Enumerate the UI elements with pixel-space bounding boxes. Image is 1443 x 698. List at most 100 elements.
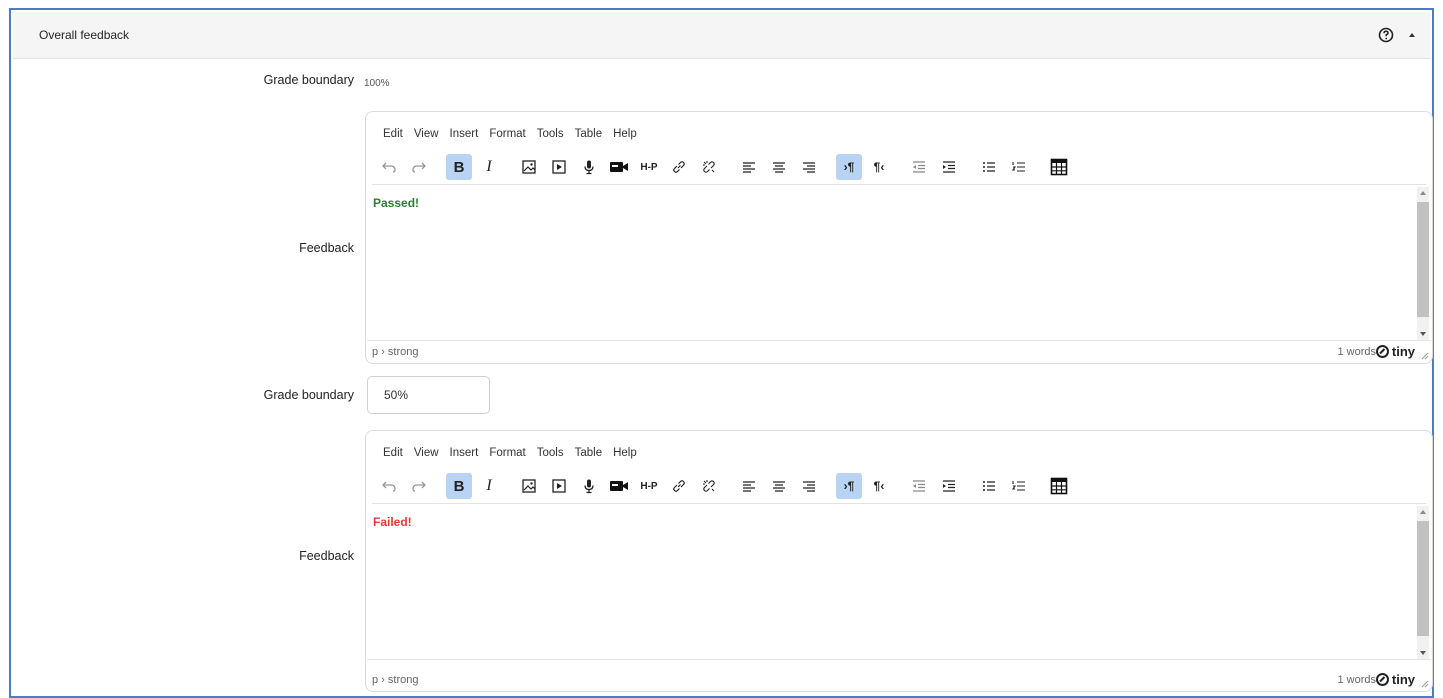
bullet-list-icon[interactable] (976, 473, 1002, 499)
rtl-icon[interactable]: ¶‹ (866, 473, 892, 499)
unlink-icon[interactable] (696, 154, 722, 180)
menu-insert[interactable]: Insert (450, 447, 479, 459)
feedback-text[interactable]: Passed! (373, 196, 419, 210)
toolbar-divider (372, 503, 1426, 504)
redo-icon[interactable] (406, 473, 432, 499)
menu-help[interactable]: Help (613, 128, 637, 140)
align-center-icon[interactable] (766, 473, 792, 499)
unlink-icon[interactable] (696, 473, 722, 499)
menu-view[interactable]: View (414, 447, 439, 459)
table-icon[interactable] (1046, 154, 1072, 180)
italic-icon[interactable]: I (476, 473, 502, 499)
menu-edit[interactable]: Edit (383, 128, 403, 140)
align-right-icon[interactable] (796, 154, 822, 180)
editor-scrollbar[interactable] (1417, 506, 1429, 659)
scroll-thumb[interactable] (1417, 202, 1429, 317)
editor-statusbar: p › strong 1 words tiny (366, 343, 1432, 363)
editor-scrollbar[interactable] (1417, 187, 1429, 340)
align-left-icon[interactable] (736, 154, 762, 180)
toolbar-divider (372, 184, 1426, 185)
undo-icon[interactable] (376, 473, 402, 499)
align-center-icon[interactable] (766, 154, 792, 180)
feedback-label: Feedback (299, 241, 354, 255)
tiny-logo[interactable]: tiny (1375, 672, 1415, 687)
menu-format[interactable]: Format (489, 128, 525, 140)
link-icon[interactable] (666, 154, 692, 180)
tiny-logo[interactable]: tiny (1375, 344, 1415, 359)
grade-boundary-label: Grade boundary (263, 73, 354, 87)
feedback-editor[interactable]: Edit View Insert Format Tools Table Help… (365, 111, 1433, 364)
resize-handle-icon[interactable] (1421, 352, 1429, 360)
menu-view[interactable]: View (414, 128, 439, 140)
feedback-label: Feedback (299, 549, 354, 563)
link-icon[interactable] (666, 473, 692, 499)
editor-toolbar: B I H-P ›¶ ¶‹ (376, 153, 1076, 181)
scroll-thumb[interactable] (1417, 521, 1429, 636)
menu-format[interactable]: Format (489, 447, 525, 459)
scroll-up-icon[interactable] (1417, 506, 1429, 518)
scroll-down-icon[interactable] (1417, 328, 1429, 340)
editor-menubar: Edit View Insert Format Tools Table Help (383, 128, 637, 140)
bullet-list-icon[interactable] (976, 154, 1002, 180)
video-camera-icon[interactable] (606, 154, 632, 180)
editor-menubar: Edit View Insert Format Tools Table Help (383, 447, 637, 459)
tiny-brand: tiny (1391, 344, 1415, 359)
menu-insert[interactable]: Insert (450, 128, 479, 140)
editor-content-area[interactable]: Passed! (367, 187, 1431, 341)
menu-table[interactable]: Table (575, 128, 603, 140)
video-camera-icon[interactable] (606, 473, 632, 499)
element-path[interactable]: p › strong (372, 346, 418, 358)
grade-boundary-label: Grade boundary (263, 388, 354, 402)
ltr-icon[interactable]: ›¶ (836, 154, 862, 180)
microphone-icon[interactable] (576, 154, 602, 180)
resize-handle-icon[interactable] (1421, 680, 1429, 688)
align-left-icon[interactable] (736, 473, 762, 499)
editor-toolbar: B I H-P ›¶ ¶‹ (376, 472, 1076, 500)
ltr-icon[interactable]: ›¶ (836, 473, 862, 499)
numbered-list-icon[interactable] (1006, 473, 1032, 499)
tiny-icon (1375, 345, 1389, 358)
align-right-icon[interactable] (796, 473, 822, 499)
grade-boundary-value: 100% (364, 78, 390, 89)
feedback-text[interactable]: Failed! (373, 515, 412, 529)
word-count[interactable]: 1 words (1337, 346, 1376, 358)
image-icon[interactable] (516, 154, 542, 180)
section-title: Overall feedback (39, 28, 130, 42)
element-path[interactable]: p › strong (372, 674, 418, 686)
bold-icon[interactable]: B (446, 154, 472, 180)
scroll-up-icon[interactable] (1417, 187, 1429, 199)
grade-boundary-input[interactable] (367, 376, 490, 414)
italic-icon[interactable]: I (476, 154, 502, 180)
rtl-icon[interactable]: ¶‹ (866, 154, 892, 180)
collapse-icon[interactable] (1408, 31, 1416, 39)
image-icon[interactable] (516, 473, 542, 499)
indent-icon[interactable] (936, 473, 962, 499)
editor-content-area[interactable]: Failed! (367, 506, 1431, 660)
undo-icon[interactable] (376, 154, 402, 180)
section-header[interactable]: Overall feedback (13, 12, 1430, 59)
word-count[interactable]: 1 words (1337, 674, 1376, 686)
menu-table[interactable]: Table (575, 447, 603, 459)
feedback-editor[interactable]: Edit View Insert Format Tools Table Help… (365, 430, 1433, 692)
tiny-icon (1375, 673, 1389, 686)
bold-icon[interactable]: B (446, 473, 472, 499)
microphone-icon[interactable] (576, 473, 602, 499)
outdent-icon[interactable] (906, 473, 932, 499)
media-icon[interactable] (546, 154, 572, 180)
menu-help[interactable]: Help (613, 447, 637, 459)
table-icon[interactable] (1046, 473, 1072, 499)
scroll-down-icon[interactable] (1417, 647, 1429, 659)
help-icon[interactable] (1378, 27, 1394, 43)
h5p-icon[interactable]: H-P (636, 473, 662, 499)
h5p-icon[interactable]: H-P (636, 154, 662, 180)
redo-icon[interactable] (406, 154, 432, 180)
tiny-brand: tiny (1391, 672, 1415, 687)
media-icon[interactable] (546, 473, 572, 499)
indent-icon[interactable] (936, 154, 962, 180)
menu-tools[interactable]: Tools (537, 447, 564, 459)
menu-edit[interactable]: Edit (383, 447, 403, 459)
menu-tools[interactable]: Tools (537, 128, 564, 140)
numbered-list-icon[interactable] (1006, 154, 1032, 180)
editor-statusbar: p › strong 1 words tiny (366, 671, 1432, 691)
outdent-icon[interactable] (906, 154, 932, 180)
